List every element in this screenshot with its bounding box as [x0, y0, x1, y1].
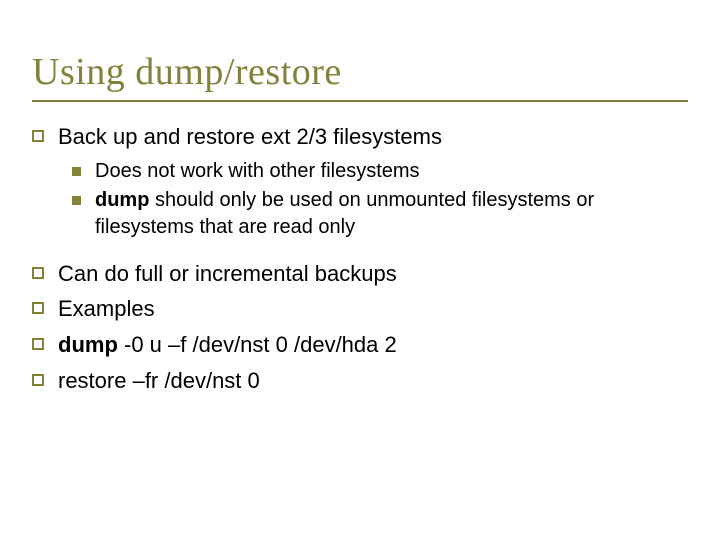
list-item: restore –fr /dev/nst 0	[32, 366, 688, 396]
list-item-text: Does not work with other filesystems	[95, 158, 688, 185]
list-item-text: Back up and restore ext 2/3 filesystems	[58, 122, 688, 152]
square-bullet-icon	[72, 196, 81, 205]
list-item: Back up and restore ext 2/3 filesystems	[32, 122, 688, 152]
list-item-text: Examples	[58, 294, 688, 324]
list-item: Does not work with other filesystems	[72, 158, 688, 185]
slide: Using dump/restore Back up and restore e…	[0, 0, 720, 540]
sub-list: Does not work with other filesystems dum…	[72, 158, 688, 241]
list-item-tail: -0 u –f /dev/nst 0 /dev/hda 2	[118, 332, 397, 357]
list-item-text: Can do full or incremental backups	[58, 259, 688, 289]
list-item: dump -0 u –f /dev/nst 0 /dev/hda 2	[32, 330, 688, 360]
square-bullet-icon	[32, 302, 44, 314]
list-item: dump should only be used on unmounted fi…	[72, 187, 688, 241]
list-item-tail: should only be used on unmounted filesys…	[95, 189, 594, 238]
square-bullet-icon	[32, 267, 44, 279]
list-item-text: dump should only be used on unmounted fi…	[95, 187, 688, 241]
list-item-text: restore –fr /dev/nst 0	[58, 366, 688, 396]
square-bullet-icon	[32, 130, 44, 142]
list-item: Can do full or incremental backups	[32, 259, 688, 289]
square-bullet-icon	[32, 338, 44, 350]
square-bullet-icon	[72, 167, 81, 176]
bold-term: dump	[58, 332, 118, 357]
slide-title: Using dump/restore	[32, 50, 688, 94]
bold-term: dump	[95, 189, 149, 211]
slide-body: Back up and restore ext 2/3 filesystems …	[32, 122, 688, 395]
list-item-text: dump -0 u –f /dev/nst 0 /dev/hda 2	[58, 330, 688, 360]
list-item: Examples	[32, 294, 688, 324]
square-bullet-icon	[32, 374, 44, 386]
title-underline	[32, 100, 688, 102]
